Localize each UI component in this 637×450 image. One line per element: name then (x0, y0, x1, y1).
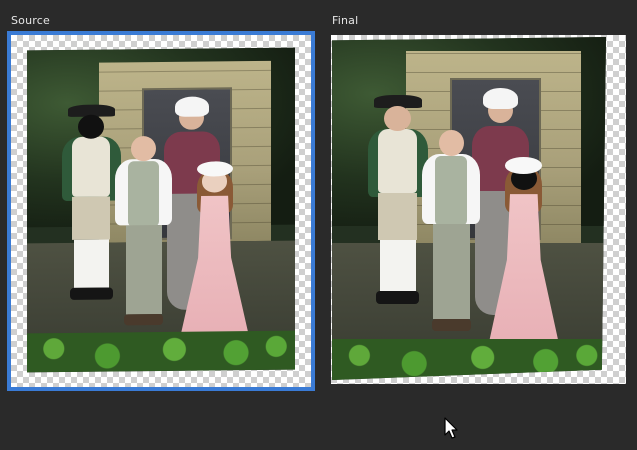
panel-label-source: Source (11, 14, 50, 27)
panel-label-final: Final (332, 14, 359, 27)
person-girl (485, 157, 563, 363)
arrow-pointer-icon (444, 417, 458, 439)
foreground-plants (27, 330, 295, 373)
person-man (61, 104, 121, 304)
person-girl (177, 160, 252, 355)
person-boy (422, 129, 480, 336)
source-image-frame[interactable] (7, 31, 315, 391)
final-photo (332, 37, 606, 380)
person-man (367, 95, 428, 308)
masked-face (78, 114, 105, 139)
final-image-frame[interactable] (331, 35, 626, 384)
source-photo (27, 47, 295, 373)
person-boy (115, 135, 172, 330)
foreground-plants (332, 338, 606, 380)
